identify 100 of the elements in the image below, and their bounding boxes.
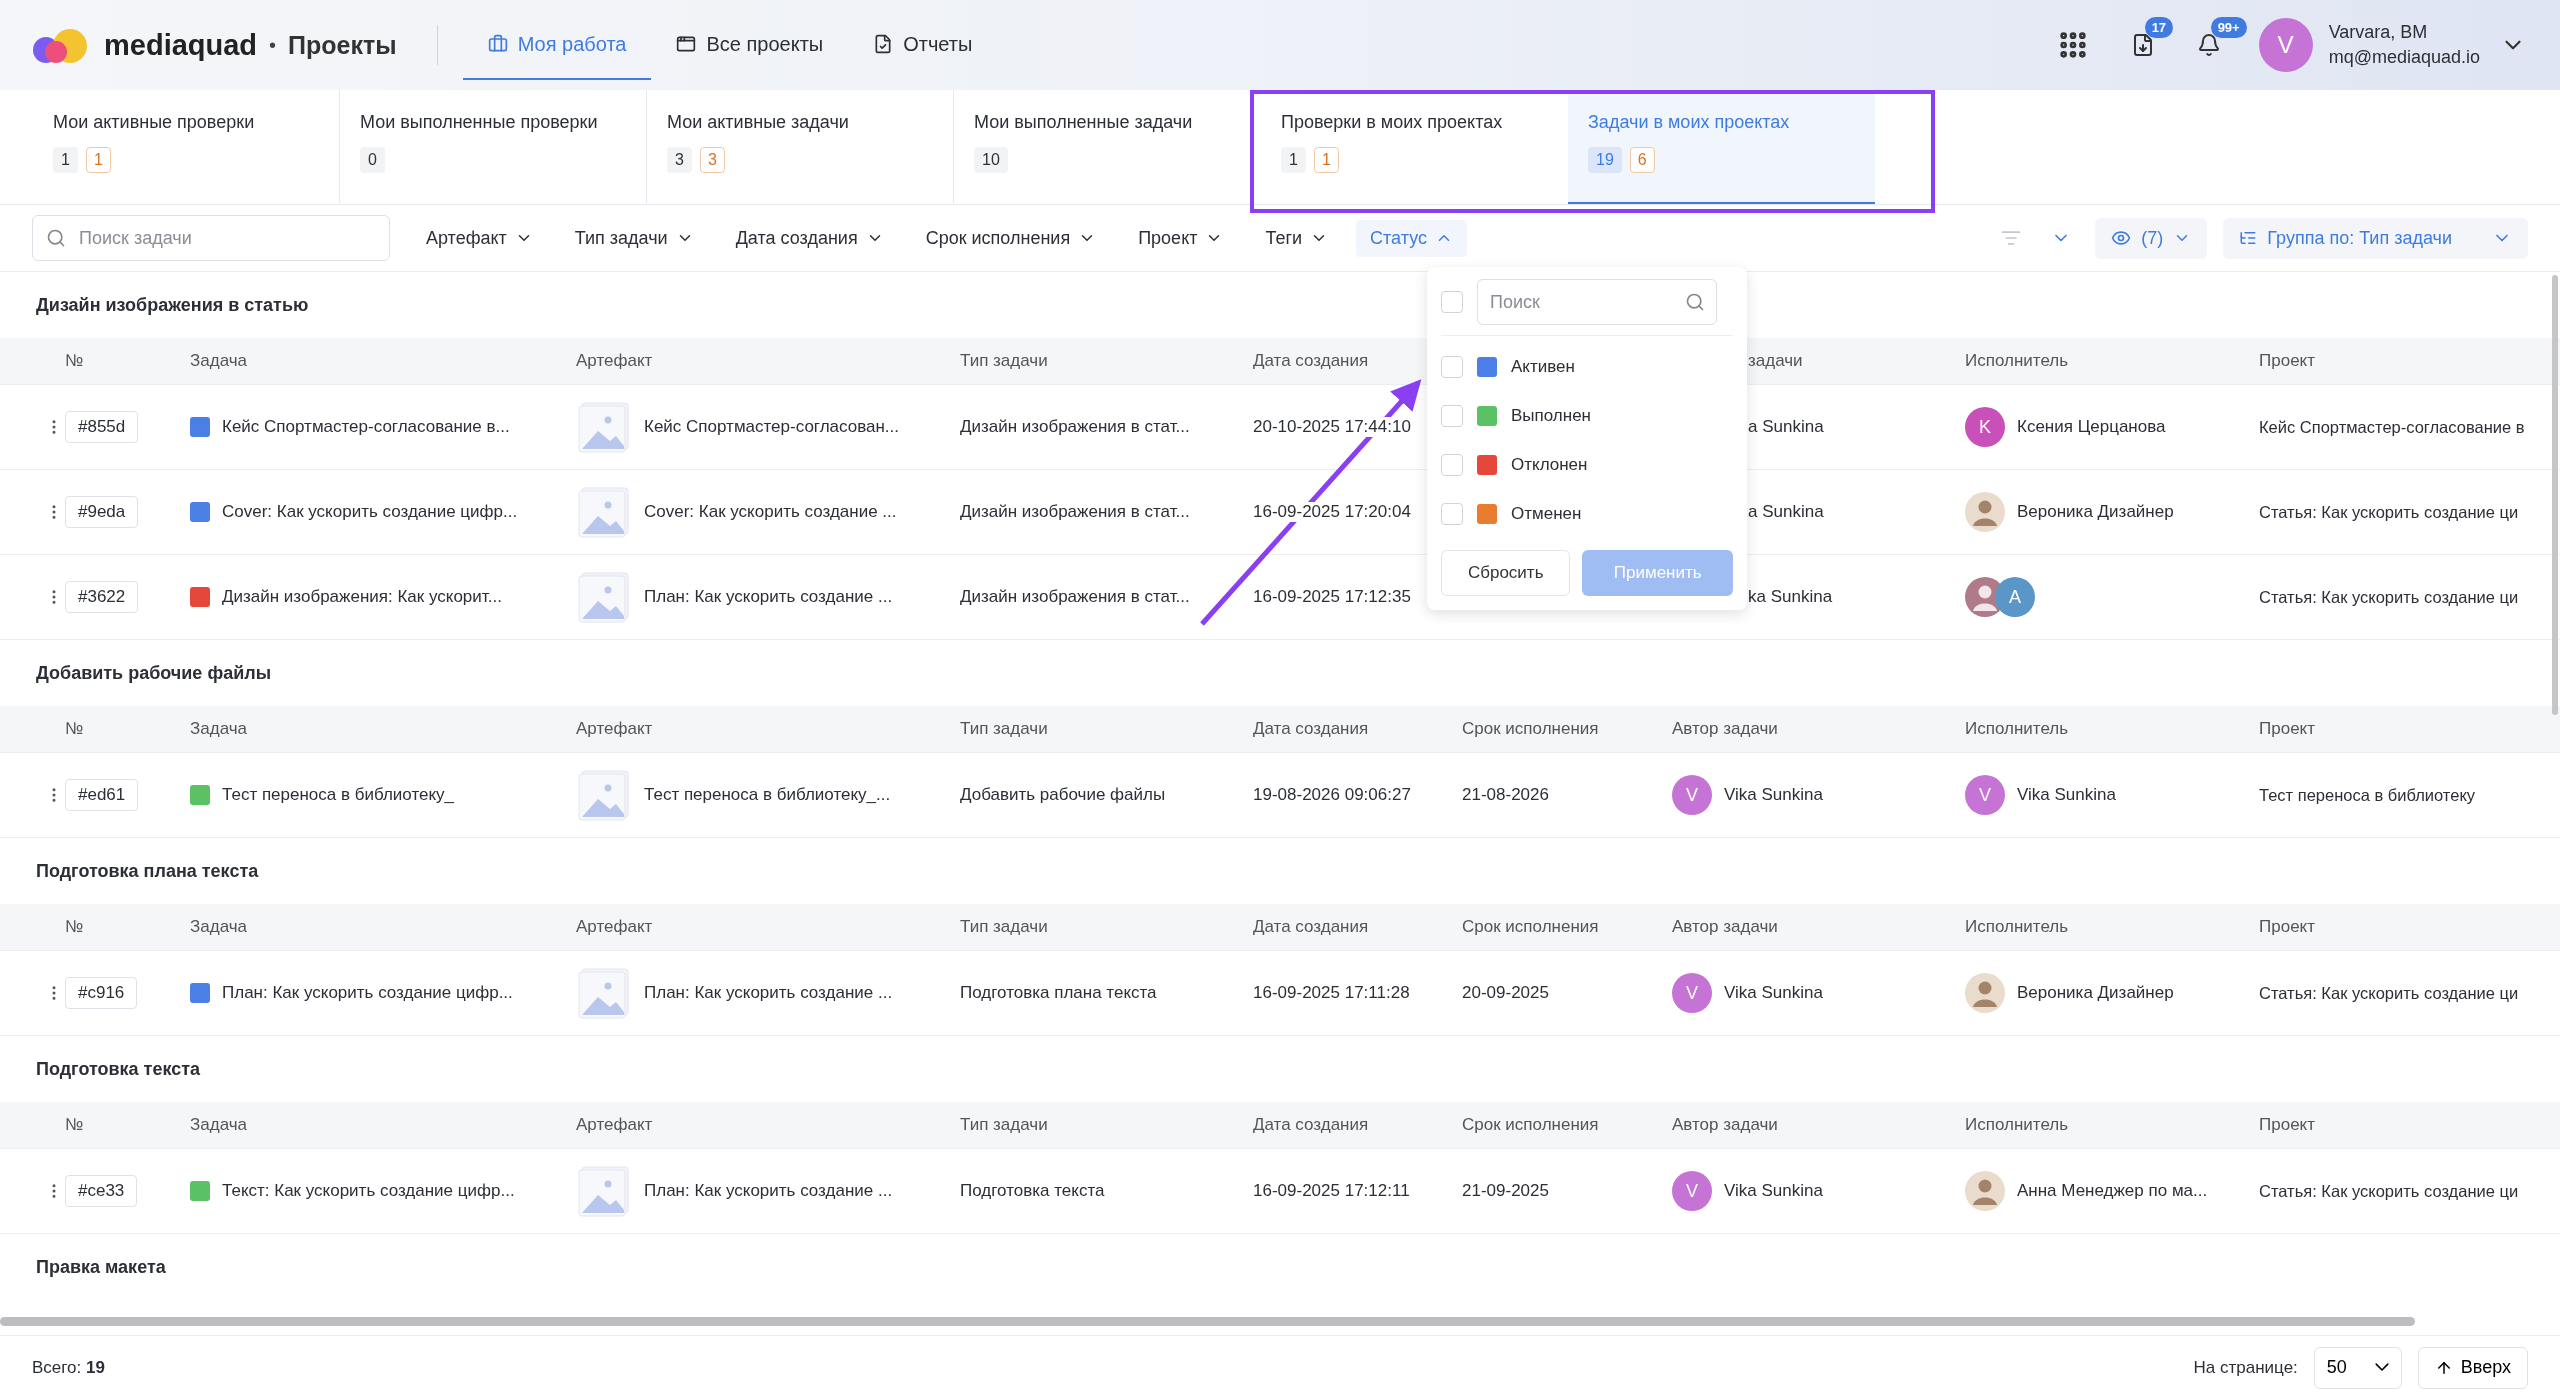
column-header: Задача <box>190 1115 248 1135</box>
column-header: Исполнитель <box>1965 351 2069 371</box>
count-badge: 99+ <box>2210 17 2247 38</box>
task-id: #855d <box>65 411 139 443</box>
section-title: Проекты <box>288 30 397 60</box>
avatar-silhouette <box>1965 973 2005 1013</box>
table-cell: План: Как ускорить создание ... <box>644 1181 893 1201</box>
checkbox[interactable] <box>1441 404 1463 427</box>
table-cell: Анна Менеджер по ма... <box>2017 1181 2208 1201</box>
avatar: V <box>1672 1171 1712 1211</box>
column-header: Дата создания <box>1253 351 1369 371</box>
per-page-label: На странице: <box>2193 1357 2298 1378</box>
filter-dropdown[interactable]: Срок исполнения <box>911 219 1111 257</box>
table-cell: Дизайн изображения: Как ускорит... <box>222 587 502 607</box>
group-title: Подготовка текста <box>36 1058 201 1080</box>
column-header: Проект <box>2259 351 2315 371</box>
column-header: Артефакт <box>576 1115 653 1135</box>
filter-dropdown[interactable]: Тип задачи <box>560 219 708 257</box>
filter-dropdown[interactable]: Проект <box>1124 219 1238 257</box>
group-title: Правка макета <box>36 1256 166 1278</box>
column-header: Дата создания <box>1253 917 1369 937</box>
group-icon <box>2239 229 2258 247</box>
count-badge: 6 <box>1629 147 1655 173</box>
task-id: #9eda <box>65 496 139 528</box>
filter-dropdown[interactable]: Теги <box>1251 219 1343 257</box>
search-field[interactable]: Поиск <box>1477 279 1717 325</box>
table-cell: Добавить рабочие файлы <box>960 785 1166 805</box>
per-page-select[interactable]: 50 <box>2313 1346 2402 1389</box>
task-id: #ce33 <box>65 1175 138 1207</box>
eye-icon <box>2111 228 2132 248</box>
table-cell: Текст: Как ускорить создание цифр... <box>222 1181 515 1201</box>
checkbox[interactable] <box>1441 291 1463 313</box>
scroll-top-button[interactable]: Вверх <box>2417 1346 2528 1389</box>
nav-tab[interactable]: Моя работа <box>462 10 652 80</box>
avatar: V <box>1672 775 1712 815</box>
avatar: V <box>1672 973 1712 1013</box>
brand-name: mediaquad <box>104 28 258 62</box>
checkbox[interactable] <box>1441 355 1463 378</box>
column-header: Автор задачи <box>1672 1115 1778 1135</box>
table-cell: Cover: Как ускорить создание цифр... <box>222 502 518 522</box>
table-cell: Дизайн изображения в стат... <box>960 587 1190 607</box>
column-header: Задача <box>190 917 248 937</box>
group-title: Подготовка плана текста <box>36 860 259 882</box>
column-header: Срок исполнения <box>1462 917 1599 937</box>
checkbox[interactable] <box>1441 502 1463 525</box>
table-cell: Тест переноса в библиотеку_... <box>644 785 891 805</box>
columns-button[interactable]: (7) <box>2095 217 2208 259</box>
table-cell: Ксения Церцанова <box>2017 417 2166 437</box>
image-placeholder-icon <box>576 484 632 540</box>
column-header: Артефакт <box>576 917 653 937</box>
avatar: K <box>1965 407 2005 447</box>
image-placeholder-icon <box>576 1163 632 1219</box>
total-count: Всего: 19 <box>32 1357 105 1378</box>
column-header: Проект <box>2259 917 2315 937</box>
avatar-silhouette <box>1965 492 2005 532</box>
column-header: № <box>65 917 84 937</box>
image-placeholder-icon <box>576 399 632 455</box>
table-cell: Дизайн изображения в стат... <box>960 502 1190 522</box>
column-header: Тип задачи <box>960 719 1048 739</box>
window-icon <box>676 34 697 54</box>
count-badge: 17 <box>2144 17 2174 38</box>
column-header: Автор задачи <box>1672 917 1778 937</box>
checkbox[interactable] <box>1441 453 1463 476</box>
group-by-button[interactable]: Группа по: Тип задачи <box>2223 217 2528 259</box>
horizontal-scrollbar[interactable] <box>0 1316 2415 1326</box>
column-header: Задача <box>190 719 248 739</box>
column-header: Тип задачи <box>960 351 1048 371</box>
table-cell: Подготовка плана текста <box>960 983 1157 1003</box>
nav-tab[interactable]: Отчеты <box>848 10 998 80</box>
sort-lines-icon <box>2001 228 2022 248</box>
column-header: Исполнитель <box>1965 1115 2069 1135</box>
image-placeholder-icon <box>576 569 632 625</box>
nav-tab[interactable]: Все проекты <box>651 10 849 80</box>
column-header: Артефакт <box>576 351 653 371</box>
task-id: #ed61 <box>65 779 139 811</box>
table-cell: Кейс Спортмастер-согласован... <box>644 417 900 437</box>
vertical-scrollbar[interactable] <box>2552 275 2558 715</box>
table-cell: План: Как ускорить создание ... <box>644 983 893 1003</box>
table-cell: Подготовка текста <box>960 1181 1105 1201</box>
table-cell: Кейс Спортмастер-согласование в... <box>222 417 510 437</box>
table-cell: 20-10-2025 17:44:10 <box>1253 417 1411 437</box>
column-header: Проект <box>2259 1115 2315 1135</box>
column-header: Тип задачи <box>960 1115 1048 1135</box>
column-header: Срок исполнения <box>1462 1115 1599 1135</box>
column-header: Дата создания <box>1253 719 1369 739</box>
filter-dropdown[interactable]: Артефакт <box>412 219 547 257</box>
column-header: Автор задачи <box>1672 719 1778 739</box>
image-placeholder-icon <box>576 965 632 1021</box>
filter-dropdown[interactable]: Дата создания <box>721 219 898 257</box>
search-icon <box>1685 292 1705 312</box>
filter-dropdown[interactable]: Статус <box>1356 219 1467 257</box>
table-cell: Вероника Дизайнер <box>2017 983 2174 1003</box>
search-field[interactable]: Поиск задачи <box>32 215 390 261</box>
reset-button[interactable]: Сбросить <box>1441 550 1571 596</box>
count-badge: 1 <box>53 147 78 173</box>
document-check-icon <box>873 34 894 54</box>
column-header: Задача <box>190 351 248 371</box>
table-cell: Тест переноса в библиотеку_ <box>222 785 455 805</box>
column-header: № <box>65 1115 84 1135</box>
count-badge: 1 <box>85 147 111 173</box>
